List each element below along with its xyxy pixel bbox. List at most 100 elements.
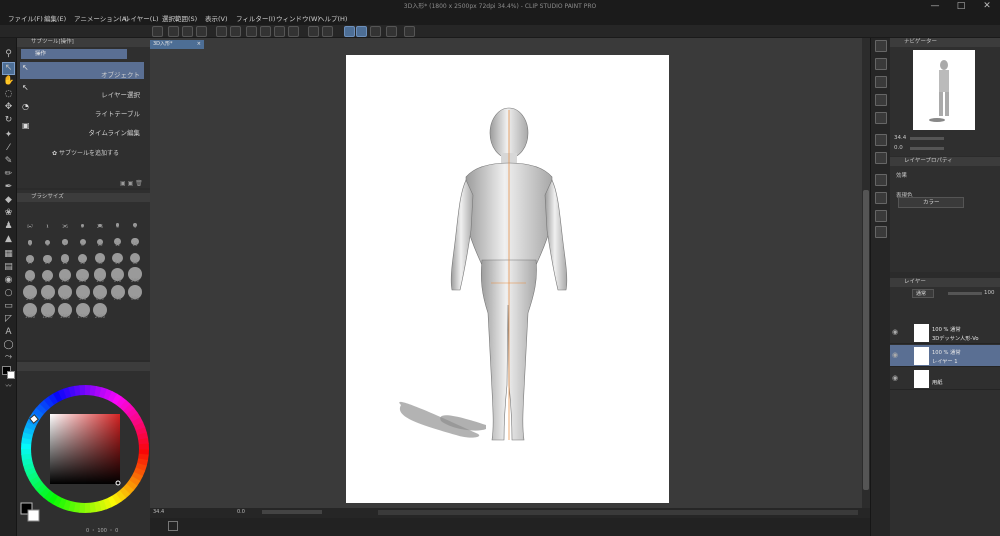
snap-special-ruler-icon[interactable] [356, 26, 367, 37]
blend-icon[interactable]: ♟ [3, 221, 14, 232]
brush-size-cell[interactable]: 5 [22, 230, 38, 247]
brush-size-cell[interactable]: 500 [75, 284, 91, 301]
figure-icon[interactable]: ▦ [3, 249, 14, 260]
auto-select-icon[interactable]: ✦ [3, 130, 14, 141]
subtool-timeline[interactable]: ▣ タイムライン編集 [20, 120, 144, 137]
brush-size-cell[interactable]: 2 [75, 212, 91, 229]
angle-readout[interactable]: 0.0 [237, 509, 245, 515]
expression-color-dropdown[interactable]: カラー [898, 197, 964, 208]
subtool-group-tab[interactable]: 操作 [21, 49, 127, 59]
brush-size-cell[interactable]: 1 [40, 212, 56, 229]
brush-size-cell[interactable]: 700 [110, 284, 126, 301]
ruler-icon[interactable]: ◸ [3, 314, 14, 325]
eye-icon[interactable]: ◉ [892, 351, 898, 359]
menu-edit[interactable]: 編集(E) [44, 13, 66, 25]
menu-view[interactable]: 表示(V) [205, 13, 228, 25]
brush-size-cell[interactable]: 800 [127, 284, 143, 301]
brush-size-cell[interactable]: 3 [110, 212, 126, 229]
brush-size-cell[interactable]: 70 [22, 266, 38, 283]
menu-file[interactable]: ファイル(F) [8, 13, 43, 25]
brush-size-cell[interactable]: 50 [110, 248, 126, 265]
pen-icon[interactable]: ✎ [3, 156, 14, 167]
angle-slider[interactable] [262, 510, 322, 514]
undo-icon[interactable] [216, 26, 227, 37]
new-file-icon[interactable] [168, 26, 179, 37]
snap-grid-icon[interactable] [370, 26, 381, 37]
brush-size-cell[interactable]: 1.5 [57, 212, 73, 229]
navigator-angle[interactable]: 0.0 [894, 145, 903, 151]
brush-size-cell[interactable]: 7 [57, 230, 73, 247]
brush-icon[interactable]: ✒ [3, 182, 14, 193]
brush-size-cell[interactable]: 1500 [57, 302, 73, 319]
brush-size-cell[interactable]: 80 [40, 266, 56, 283]
add-subtool-button[interactable]: ✿ サブツールを追加する [52, 148, 119, 157]
hue-segment[interactable] [21, 448, 32, 455]
vertical-scroll-thumb[interactable] [863, 190, 869, 490]
brush-size-cell[interactable]: 300 [40, 284, 56, 301]
snap-ruler-icon[interactable] [344, 26, 355, 37]
deselect-icon[interactable] [308, 26, 319, 37]
material-5-icon[interactable] [875, 192, 887, 204]
save-icon[interactable] [196, 26, 207, 37]
3d-figure[interactable] [346, 55, 669, 503]
navigator-preview[interactable] [913, 50, 975, 130]
subtool-light-table[interactable]: ◔ ライトテーブル [20, 101, 144, 118]
brush-size-cell[interactable]: 2000 [92, 302, 108, 319]
material-4-icon[interactable] [875, 174, 887, 186]
sub-color-swatch[interactable] [7, 371, 15, 379]
navigator-zoom-slider[interactable] [910, 137, 944, 140]
material-icon[interactable] [875, 112, 887, 124]
brush-size-cell[interactable]: 170 [110, 266, 126, 283]
menu-window[interactable]: ウィンドウ(W) [276, 13, 320, 25]
horizontal-scrollbar[interactable] [378, 510, 858, 515]
document-tab-close-icon[interactable]: × [197, 40, 201, 49]
brush-size-cell[interactable]: 150 [92, 266, 108, 283]
menu-layer[interactable]: レイヤー(L) [124, 13, 159, 25]
brush-size-cell[interactable]: 4 [127, 212, 143, 229]
eye-icon[interactable]: ◉ [892, 328, 898, 336]
transform-icon[interactable] [386, 26, 397, 37]
sub-view-icon[interactable] [875, 58, 887, 70]
brush-size-cell[interactable]: 250 [22, 284, 38, 301]
brush-size-cell[interactable]: 12 [110, 230, 126, 247]
brush-size-cell[interactable]: 8 [75, 230, 91, 247]
opacity-value[interactable]: 100 [984, 290, 995, 296]
paste-icon[interactable] [288, 26, 299, 37]
zoom-tool-icon[interactable]: ⚲ [3, 49, 14, 60]
transparent-color-icon[interactable]: 〰 [3, 381, 14, 392]
brush-size-cell[interactable]: 200 [127, 266, 143, 283]
copy-icon[interactable] [274, 26, 285, 37]
info-icon[interactable] [875, 76, 887, 88]
layer-row-3d[interactable]: ◉ 100 % 通常 3Dデッサン人形-Vo [890, 322, 1000, 344]
opacity-slider[interactable] [948, 292, 982, 295]
text-icon[interactable]: A [3, 327, 14, 338]
subtool-object[interactable]: ↖ オブジェクト [20, 62, 144, 79]
clip-studio-icon[interactable] [152, 26, 163, 37]
document-tab[interactable]: 3D入形* × [150, 40, 204, 49]
menu-help[interactable]: ヘルプ(H) [318, 13, 347, 25]
lasso-select-icon[interactable]: ◌ [3, 89, 14, 100]
maximize-button[interactable]: □ [948, 0, 974, 13]
brush-size-cell[interactable]: 120 [75, 266, 91, 283]
layer-row-layer1[interactable]: ◉ 100 % 通常 レイヤー 1 [890, 345, 1000, 367]
eye-icon[interactable]: ◉ [892, 374, 898, 382]
invert-selection-icon[interactable] [322, 26, 333, 37]
brush-size-cell[interactable]: 1700 [75, 302, 91, 319]
brush-size-cell[interactable]: 60 [127, 248, 143, 265]
rotate-tool-icon[interactable]: ↻ [3, 115, 14, 126]
brush-size-cell[interactable]: 17 [22, 248, 38, 265]
brush-size-cell[interactable]: 20 [40, 248, 56, 265]
brush-size-cell[interactable]: 6 [40, 230, 56, 247]
navigator-zoom[interactable]: 34.4 [894, 135, 906, 141]
fill-icon[interactable]: ◉ [3, 275, 14, 286]
balloon-icon[interactable]: ◯ [3, 340, 14, 351]
eraser-icon[interactable]: ◆ [3, 195, 14, 206]
layer-row-paper[interactable]: ◉ 用紙 [890, 368, 1000, 390]
clear-icon[interactable] [246, 26, 257, 37]
correct-line-icon[interactable]: ⤳ [3, 352, 14, 363]
open-file-icon[interactable] [182, 26, 193, 37]
brush-size-cell[interactable]: 100 [57, 266, 73, 283]
zoom-readout[interactable]: 34.4 [153, 509, 164, 515]
brush-size-cell[interactable]: 1000 [22, 302, 38, 319]
airbrush-icon[interactable]: ▲ [3, 234, 14, 245]
